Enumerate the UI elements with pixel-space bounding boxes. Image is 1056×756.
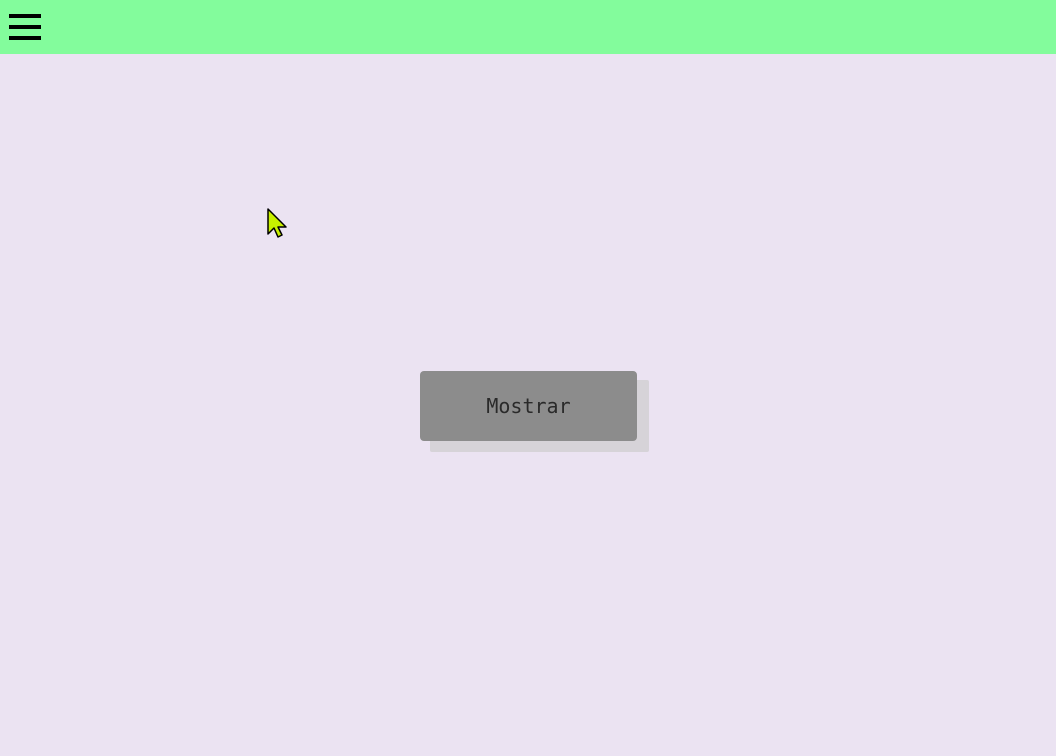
show-button[interactable]: Mostrar [420,371,637,441]
hamburger-menu-icon[interactable] [8,12,42,44]
top-bar [0,0,1056,54]
mouse-pointer-icon [266,208,290,238]
